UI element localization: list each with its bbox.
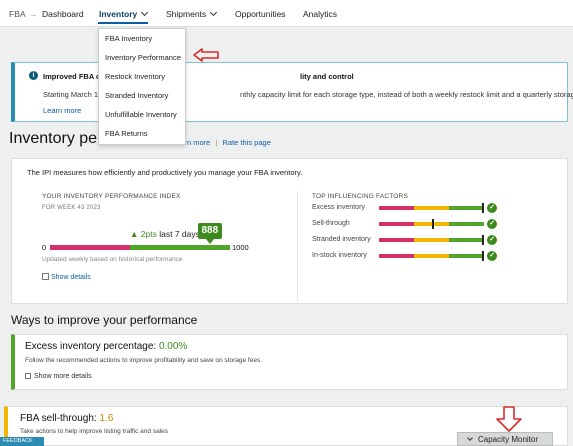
excess-desc: Follow the recommended actions to improv… (25, 357, 263, 364)
nav-inventory[interactable]: Inventory (99, 8, 149, 19)
ipi-updated: Updated weekly based on historical perfo… (42, 256, 183, 263)
check-icon: ✓ (487, 251, 497, 261)
expand-icon (42, 273, 49, 280)
banner-desc-end: nthly capacity limit for each storage ty… (240, 90, 573, 99)
nav-dashboard[interactable]: Dashboard (42, 9, 84, 19)
factor-label: Sell-through (312, 220, 350, 227)
rate-page-link[interactable]: Rate this page (223, 138, 271, 147)
show-more-details-toggle[interactable]: Show more details (25, 372, 92, 380)
banner-learn-more-link[interactable]: Learn more (43, 106, 81, 115)
active-tab-underline (98, 22, 148, 24)
nav-home[interactable]: FBA (9, 9, 26, 19)
excess-heading: Excess inventory percentage: 0.00% (25, 341, 188, 352)
menu-item-inventory-performance[interactable]: Inventory Performance (105, 53, 181, 62)
nav-analytics[interactable]: Analytics (303, 9, 337, 19)
factor-bar (379, 203, 484, 213)
menu-item-unfulfillable-inventory[interactable]: Unfulfillable Inventory (105, 110, 177, 119)
ipi-bar (50, 245, 230, 250)
factor-marker (482, 251, 484, 261)
excess-inventory-card: Excess inventory percentage: 0.00% Follo… (11, 334, 568, 390)
factor-marker (482, 203, 484, 213)
menu-item-stranded-inventory[interactable]: Stranded Inventory (105, 91, 168, 100)
section-heading: Ways to improve your performance (11, 313, 198, 327)
chevron-down-icon (210, 8, 218, 17)
menu-item-fba-inventory[interactable]: FBA Inventory (105, 34, 152, 43)
factor-bar (379, 235, 484, 245)
ipi-links: Learn more | Rate this page (172, 138, 271, 147)
card-divider (297, 191, 298, 301)
feedback-button[interactable]: FEEDBACK (0, 437, 44, 446)
factor-label: Stranded inventory (312, 236, 371, 243)
check-icon: ✓ (487, 235, 497, 245)
factor-bar (379, 251, 484, 261)
check-icon: ✓ (487, 219, 497, 229)
ipi-max: 1000 (232, 243, 249, 252)
inventory-dropdown-menu: FBA Inventory Inventory Performance Rest… (98, 28, 186, 145)
factors-title: TOP INFLUENCING FACTORS (312, 193, 408, 200)
factor-bar (379, 219, 484, 229)
check-icon: ✓ (487, 203, 497, 213)
ipi-section-label: YOUR INVENTORY PERFORMANCE INDEX (42, 193, 181, 200)
chevron-down-icon (467, 435, 473, 441)
annotation-arrow-left-icon (193, 48, 219, 62)
ipi-intro: The IPI measures how efficiently and pro… (27, 168, 303, 177)
nav-shipments[interactable]: Shipments (166, 8, 218, 19)
annotation-arrow-down-icon (496, 406, 522, 432)
ipi-week: FOR WEEK 43 2023 (42, 205, 101, 211)
sell-desc: Take actions to help improve listing tra… (20, 428, 169, 435)
factor-label: Excess inventory (312, 204, 365, 211)
link-separator: | (215, 138, 218, 147)
breadcrumb-arrow-icon: → (29, 9, 38, 19)
ipi-card: The IPI measures how efficiently and pro… (11, 158, 568, 304)
ipi-score-badge: 888 (197, 223, 222, 239)
top-nav: FBA → Dashboard Inventory Shipments Oppo… (0, 0, 573, 27)
up-arrow-icon: ▲ (130, 229, 139, 239)
menu-item-fba-returns[interactable]: FBA Returns (105, 129, 148, 138)
nav-opportunities[interactable]: Opportunities (235, 9, 286, 19)
capacity-monitor-button[interactable]: Capacity Monitor (457, 432, 553, 446)
factor-marker (482, 235, 484, 245)
chevron-down-icon (141, 8, 149, 17)
banner-title-end: lity and control (300, 72, 354, 81)
sell-heading: FBA sell-through: 1.6 (20, 413, 114, 424)
factor-marker (431, 219, 434, 229)
ipi-change: ▲ 2pts last 7 days (130, 229, 200, 239)
ipi-score-pointer (205, 239, 214, 244)
info-banner: i Improved FBA cap lity and control Star… (11, 62, 573, 122)
ipi-bar-green (130, 245, 230, 250)
banner-desc: Starting March 1, 2 (43, 90, 107, 99)
ipi-min: 0 (42, 243, 47, 252)
factor-label: In-stock inventory (312, 252, 367, 259)
show-details-link[interactable]: Show details (42, 272, 91, 281)
checkbox-icon (25, 373, 31, 379)
ipi-bar-red (50, 245, 130, 250)
info-icon: i (29, 71, 38, 80)
menu-item-restock-inventory[interactable]: Restock Inventory (105, 72, 165, 81)
